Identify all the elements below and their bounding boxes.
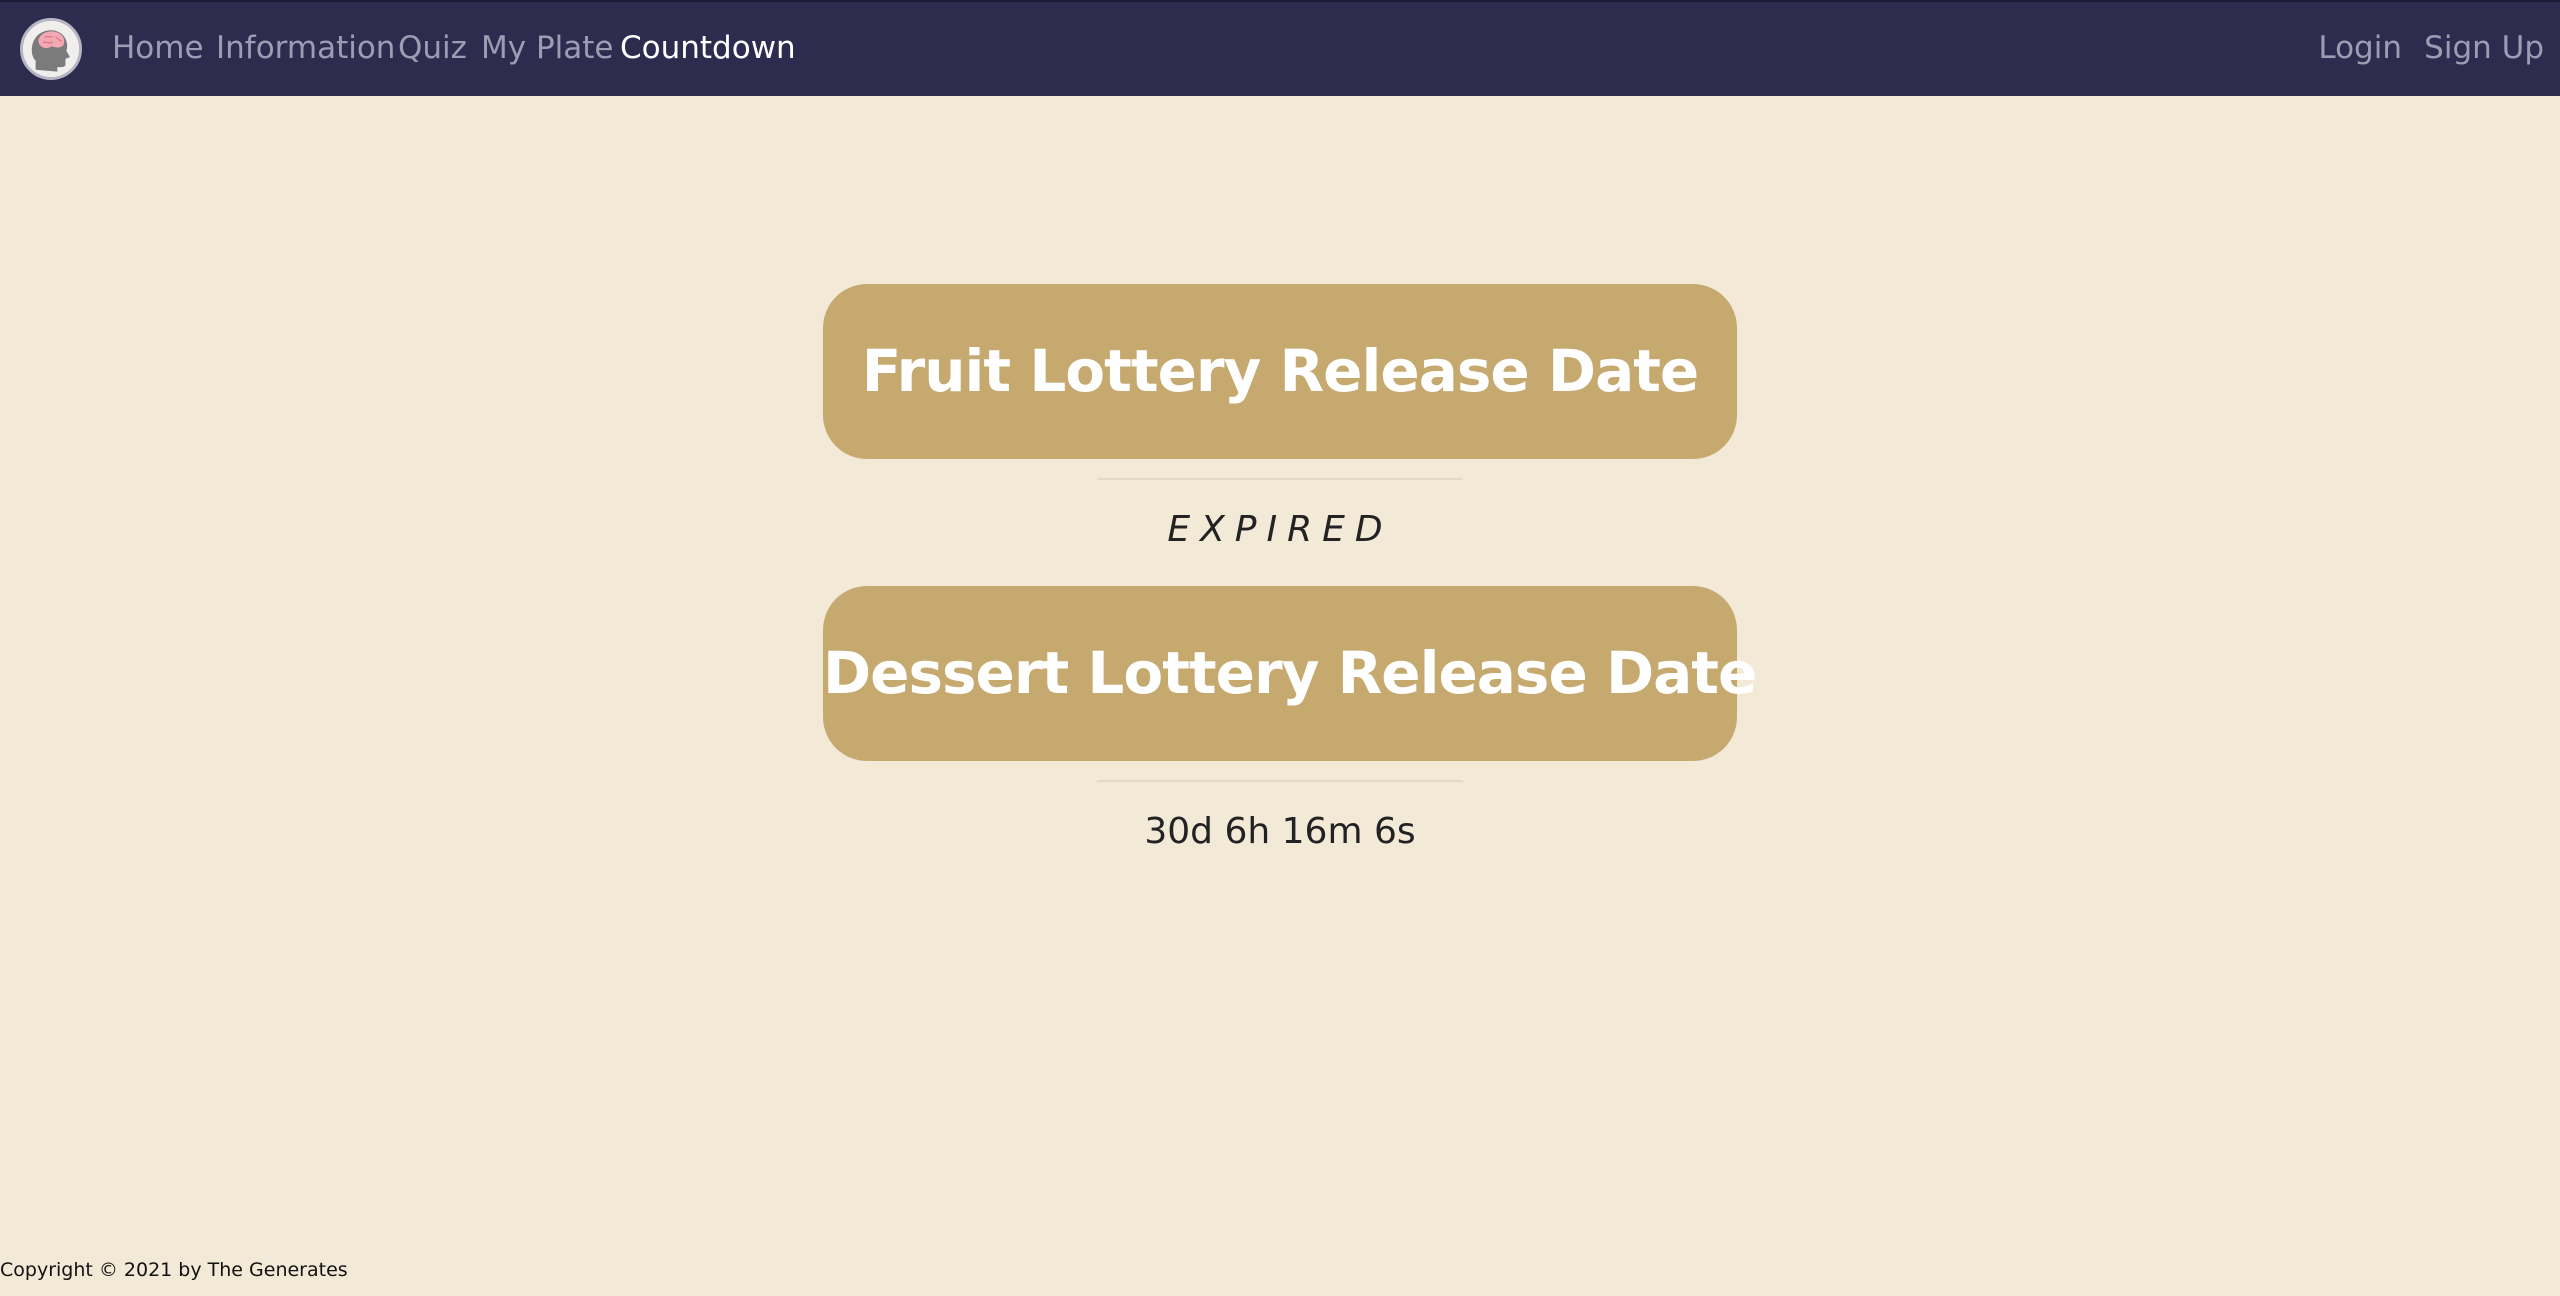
- nav-link-countdown[interactable]: Countdown: [620, 28, 796, 68]
- signup-link[interactable]: Sign Up: [2424, 28, 2544, 68]
- fruit-lottery-button[interactable]: Fruit Lottery Release Date: [823, 284, 1737, 459]
- brain-head-icon[interactable]: [20, 18, 82, 80]
- divider: [1097, 478, 1463, 480]
- divider: [1097, 780, 1463, 782]
- fruit-countdown-status: EXPIRED: [1167, 509, 1393, 550]
- dessert-countdown-timer: 30d 6h 16m 6s: [1144, 811, 1416, 852]
- countdown-main: Fruit Lottery Release Date EXPIRED Desse…: [0, 96, 2560, 1256]
- nav-link-home[interactable]: Home: [112, 28, 204, 68]
- nav-link-quiz[interactable]: Quiz: [398, 28, 467, 68]
- top-navbar: Home Information Quiz My Plate Countdown…: [0, 0, 2560, 96]
- nav-link-my-plate[interactable]: My Plate: [481, 28, 613, 68]
- dessert-lottery-button[interactable]: Dessert Lottery Release Date: [823, 586, 1757, 761]
- copyright-footer: Copyright © 2021 by The Generates: [0, 1259, 348, 1281]
- nav-link-information[interactable]: Information: [216, 28, 395, 68]
- login-link[interactable]: Login: [2318, 28, 2402, 68]
